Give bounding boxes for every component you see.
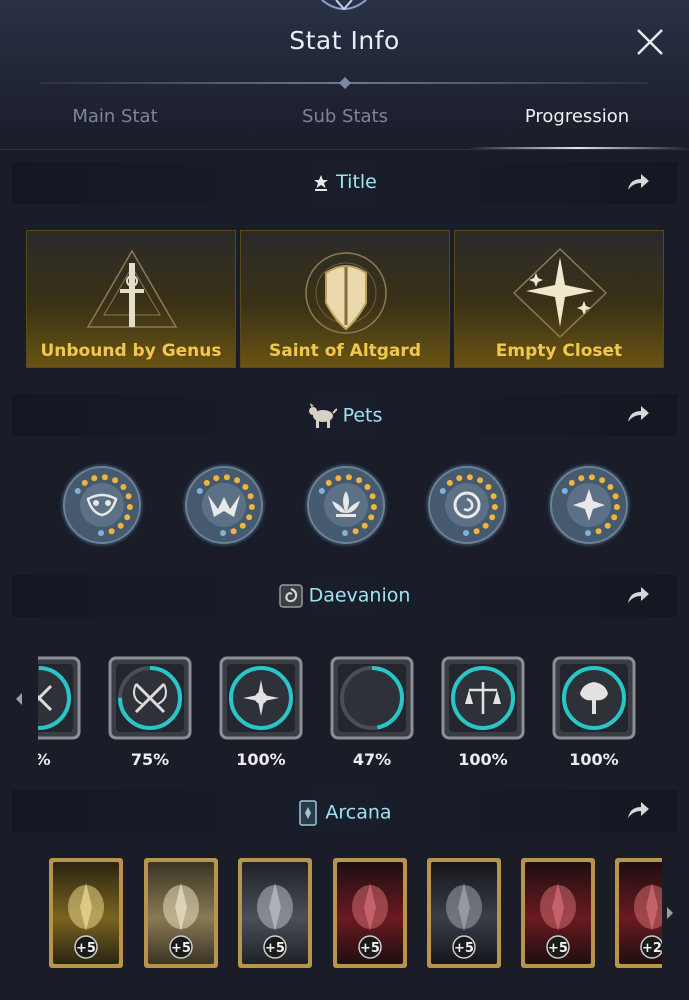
close-icon[interactable] (630, 22, 670, 62)
section-title-bar: Title (12, 162, 677, 204)
arcana-level-label: +5 (171, 941, 191, 956)
lotus-icon[interactable] (302, 461, 390, 549)
section-pets-bar: Pets (12, 394, 677, 436)
tab-bar: Main Stat Sub Stats Progression (0, 100, 689, 150)
tree-crest-icon[interactable] (552, 656, 636, 740)
daevanion-progress-label: 75% (130, 750, 170, 769)
section-daevanion-label: Daevanion (308, 584, 411, 607)
reaper-card-icon[interactable]: +5 (426, 857, 502, 969)
sword-triangle-emblem-icon (86, 249, 178, 328)
daevanion-icon (278, 584, 303, 608)
title-card-label: Unbound by Genus (40, 341, 222, 361)
arcana-level-label: +5 (548, 941, 568, 956)
arcana-level-label: +5 (76, 941, 96, 956)
share-icon[interactable] (624, 402, 652, 428)
share-icon[interactable] (624, 170, 652, 196)
section-pets-label: Pets (342, 404, 383, 427)
arcana-icon (299, 800, 318, 826)
arcana-level-label: +2 (642, 941, 662, 956)
spiral-sun-icon[interactable] (423, 461, 511, 549)
scroll-right-icon[interactable] (665, 906, 675, 920)
wing-crest-icon[interactable] (180, 461, 268, 549)
arcana-level-label: +5 (454, 941, 474, 956)
title-badge-icon (314, 174, 329, 191)
scroll-left-icon[interactable] (14, 692, 24, 706)
title-card-empty-closet[interactable]: Empty Closet (454, 230, 664, 368)
star-diamond-emblem-icon (512, 247, 608, 339)
tab-main-stat[interactable]: Main Stat (0, 106, 230, 127)
daevanion-list: )% 75% 100% 47% 100% 100% (38, 640, 648, 780)
bell-card-icon[interactable]: +5 (332, 857, 408, 969)
section-daevanion-bar: Daevanion (12, 575, 677, 617)
arcana-level-label: +5 (265, 941, 285, 956)
share-icon[interactable] (624, 583, 652, 609)
daevanion-progress-label: 47% (352, 750, 392, 769)
sword-card-icon[interactable]: +5 (520, 857, 596, 969)
tab-sub-stats[interactable]: Sub Stats (230, 106, 460, 127)
tab-progression[interactable]: Progression (462, 106, 689, 127)
section-arcana-label: Arcana (325, 801, 392, 824)
title-card-unbound-by-genus[interactable]: Unbound by Genus (26, 230, 236, 368)
title-card-label: Saint of Altgard (269, 341, 421, 361)
daevanion-progress-label: )% (38, 750, 81, 769)
title-card-label: Empty Closet (495, 341, 623, 361)
pet-icon (308, 403, 337, 428)
star-flower-icon[interactable] (545, 461, 633, 549)
arcana-level-label: +5 (360, 941, 380, 956)
compass-star-icon[interactable] (219, 656, 303, 740)
shield-emblem-icon (305, 252, 387, 334)
section-arcana-bar: Arcana (12, 790, 677, 832)
crossed-scythes-icon[interactable] (108, 656, 192, 740)
crescent-moon-icon[interactable] (330, 656, 414, 740)
title-card-saint-of-altgard[interactable]: Saint of Altgard (240, 230, 450, 368)
chalice-card-icon[interactable]: +5 (48, 857, 124, 969)
blade-card-icon[interactable]: +5 (237, 857, 313, 969)
section-title-label: Title (336, 171, 377, 193)
divider-diamond-icon (339, 77, 351, 89)
staff-card-icon[interactable]: +2 (614, 857, 662, 969)
owl-mask-icon[interactable] (58, 461, 146, 549)
daevanion-progress-label: 100% (569, 750, 619, 769)
nezakan-icon[interactable] (38, 656, 81, 740)
scroll-card-icon[interactable]: +5 (143, 857, 219, 969)
window-title: Stat Info (289, 26, 400, 55)
tab-baseline (0, 149, 689, 150)
top-ornament-icon (321, 0, 367, 11)
share-icon[interactable] (624, 798, 652, 824)
daevanion-progress-label: 100% (236, 750, 286, 769)
daevanion-progress-label: 100% (458, 750, 508, 769)
balance-scale-icon[interactable] (441, 656, 525, 740)
